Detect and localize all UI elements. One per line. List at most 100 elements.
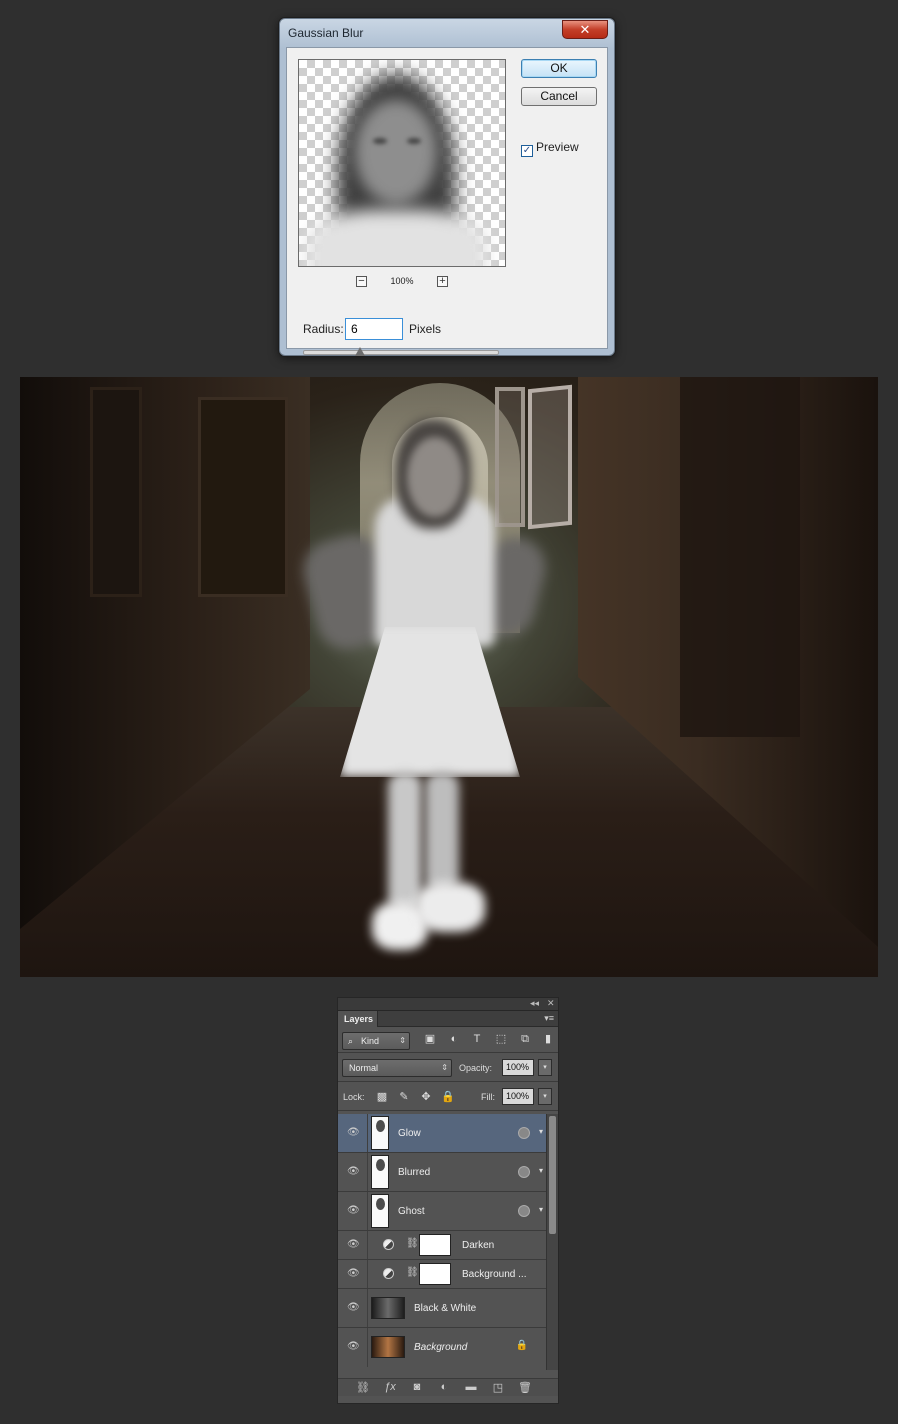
expand-arrow-icon[interactable]: ▾: [539, 1166, 543, 1175]
scrollbar-thumb[interactable]: [549, 1116, 556, 1234]
link-chain-icon[interactable]: ⛓: [406, 1238, 419, 1249]
add-mask-icon[interactable]: ◙: [410, 1381, 424, 1393]
layer-row-glow[interactable]: 👁 Glow ▾: [338, 1114, 546, 1153]
preview-label: Preview: [536, 140, 579, 154]
opacity-label: Opacity:: [459, 1063, 493, 1073]
new-layer-icon[interactable]: ◳: [491, 1381, 505, 1394]
lock-row: Lock: ▩ ✎ ✥ 🔒 Fill: 100% ▾: [338, 1083, 558, 1111]
radius-input[interactable]: 6: [345, 318, 403, 340]
pixel-filter-icon[interactable]: ▣: [423, 1032, 437, 1046]
panel-footer: ⛓ ƒx ◙ ◐ ▬ ◳ 🗑: [338, 1378, 558, 1396]
divider: [367, 1192, 368, 1230]
lock-icon: 🔒: [515, 1340, 528, 1351]
zoom-controls: − 100% +: [298, 276, 506, 290]
expand-arrow-icon[interactable]: ▾: [539, 1205, 543, 1214]
divider: [367, 1153, 368, 1191]
layer-row-darken[interactable]: 👁 ⛓ Darken: [338, 1231, 546, 1260]
door-right: [680, 377, 800, 737]
adjustment-filter-icon[interactable]: ◐: [447, 1032, 461, 1046]
close-button[interactable]: ✕: [562, 20, 608, 39]
smart-object-thumbnail: [371, 1116, 389, 1150]
tab-layers[interactable]: Layers: [338, 1011, 378, 1027]
fill-dropdown[interactable]: ▾: [538, 1088, 552, 1105]
layer-name: Darken: [462, 1240, 495, 1251]
layers-list: 👁 Glow ▾ 👁 Blurred ▾ 👁 Ghost ▾ 👁 ⛓ Darke…: [338, 1114, 546, 1370]
layer-row-blurred[interactable]: 👁 Blurred ▾: [338, 1153, 546, 1192]
filter-toggle-icon[interactable]: ▮: [541, 1032, 555, 1046]
zoom-in-button[interactable]: +: [437, 276, 448, 287]
shape-filter-icon[interactable]: ⬚: [494, 1032, 508, 1046]
layers-panel: ◂◂ ✕ Layers ▾≡ ⌕ Kind ⇕ ▣ ◐ T ⬚ ⧉ ▮ Norm…: [337, 997, 559, 1404]
smart-object-thumbnail: [371, 1155, 389, 1189]
layer-name: Glow: [398, 1128, 421, 1139]
layer-name: Ghost: [398, 1206, 425, 1217]
collapse-icon[interactable]: ◂◂: [530, 998, 539, 1009]
link-layers-icon[interactable]: ⛓: [356, 1381, 370, 1394]
smart-filter-icon[interactable]: [518, 1205, 530, 1217]
new-adjustment-icon[interactable]: ◐: [437, 1381, 451, 1393]
panel-close-icon[interactable]: ✕: [547, 998, 555, 1009]
lock-transparency-icon[interactable]: ▩: [375, 1090, 389, 1104]
filter-kind-select[interactable]: ⌕ Kind ⇕: [342, 1032, 410, 1050]
preview-checkbox[interactable]: ✓: [521, 145, 533, 157]
blend-mode-select[interactable]: Normal ⇕: [342, 1059, 452, 1077]
layer-name: Blurred: [398, 1167, 431, 1178]
visibility-eye-icon[interactable]: 👁: [347, 1205, 360, 1217]
layer-mask-thumbnail[interactable]: [419, 1234, 451, 1256]
smart-filter-icon[interactable]: [518, 1127, 530, 1139]
radius-slider-track[interactable]: [303, 350, 499, 355]
preview-checkbox-row[interactable]: ✓ Preview: [521, 140, 579, 157]
type-filter-icon[interactable]: T: [470, 1032, 484, 1046]
lock-all-icon[interactable]: 🔒: [441, 1090, 455, 1104]
door-left-2: [198, 397, 288, 597]
visibility-eye-icon[interactable]: 👁: [347, 1268, 360, 1280]
select-arrows-icon: ⇕: [399, 1036, 406, 1045]
layer-row-black-white[interactable]: 👁 Black & White: [338, 1289, 546, 1328]
ghost-leg-left: [388, 772, 422, 912]
ghost-dress: [340, 627, 520, 777]
smart-object-filter-icon[interactable]: ⧉: [518, 1032, 532, 1046]
fx-icon[interactable]: ƒx: [383, 1381, 397, 1393]
layers-scrollbar[interactable]: [546, 1114, 558, 1370]
layer-row-background-adjustment[interactable]: 👁 ⛓ Background ...: [338, 1260, 546, 1289]
opacity-input[interactable]: 100%: [502, 1059, 534, 1076]
ok-button[interactable]: OK: [521, 59, 597, 78]
blend-row: Normal ⇕ Opacity: 100% ▾: [338, 1054, 558, 1082]
visibility-eye-icon[interactable]: 👁: [347, 1341, 360, 1353]
ghost-leg-right: [425, 772, 459, 892]
cancel-button[interactable]: Cancel: [521, 87, 597, 106]
smart-object-thumbnail: [371, 1194, 389, 1228]
fill-label: Fill:: [481, 1092, 495, 1102]
layer-row-background[interactable]: 👁 Background 🔒: [338, 1328, 546, 1367]
delete-layer-icon[interactable]: 🗑: [518, 1381, 532, 1394]
visibility-eye-icon[interactable]: 👁: [347, 1166, 360, 1178]
dialog-body: − 100% + Radius: 6 Pixels OK Cancel ✓ Pre…: [286, 47, 608, 356]
visibility-eye-icon[interactable]: 👁: [347, 1302, 360, 1314]
visibility-eye-icon[interactable]: 👁: [347, 1127, 360, 1139]
filter-row: ⌕ Kind ⇕ ▣ ◐ T ⬚ ⧉ ▮: [338, 1029, 558, 1053]
visibility-eye-icon[interactable]: 👁: [347, 1239, 360, 1251]
radius-slider-thumb[interactable]: [355, 347, 365, 356]
new-group-icon[interactable]: ▬: [464, 1381, 478, 1393]
dialog-title: Gaussian Blur: [288, 26, 364, 40]
lock-paint-icon[interactable]: ✎: [397, 1090, 411, 1104]
zoom-level: 100%: [390, 276, 414, 286]
divider: [367, 1260, 368, 1288]
fill-input[interactable]: 100%: [502, 1088, 534, 1105]
expand-arrow-icon[interactable]: ▾: [539, 1127, 543, 1136]
layer-row-ghost[interactable]: 👁 Ghost ▾: [338, 1192, 546, 1231]
lock-position-icon[interactable]: ✥: [419, 1090, 433, 1104]
opacity-dropdown[interactable]: ▾: [538, 1059, 552, 1076]
document-canvas[interactable]: [20, 377, 878, 977]
open-window: [528, 384, 572, 530]
blur-preview[interactable]: [298, 59, 506, 267]
smart-filter-icon[interactable]: [518, 1166, 530, 1178]
lock-label: Lock:: [343, 1092, 365, 1102]
link-chain-icon[interactable]: ⛓: [406, 1267, 419, 1278]
layer-name: Background: [414, 1342, 468, 1353]
divider: [367, 1114, 368, 1152]
panel-menu-icon[interactable]: ▾≡: [544, 1013, 554, 1024]
adjustment-layer-icon: [383, 1239, 394, 1250]
layer-mask-thumbnail[interactable]: [419, 1263, 451, 1285]
door-left: [90, 387, 142, 597]
